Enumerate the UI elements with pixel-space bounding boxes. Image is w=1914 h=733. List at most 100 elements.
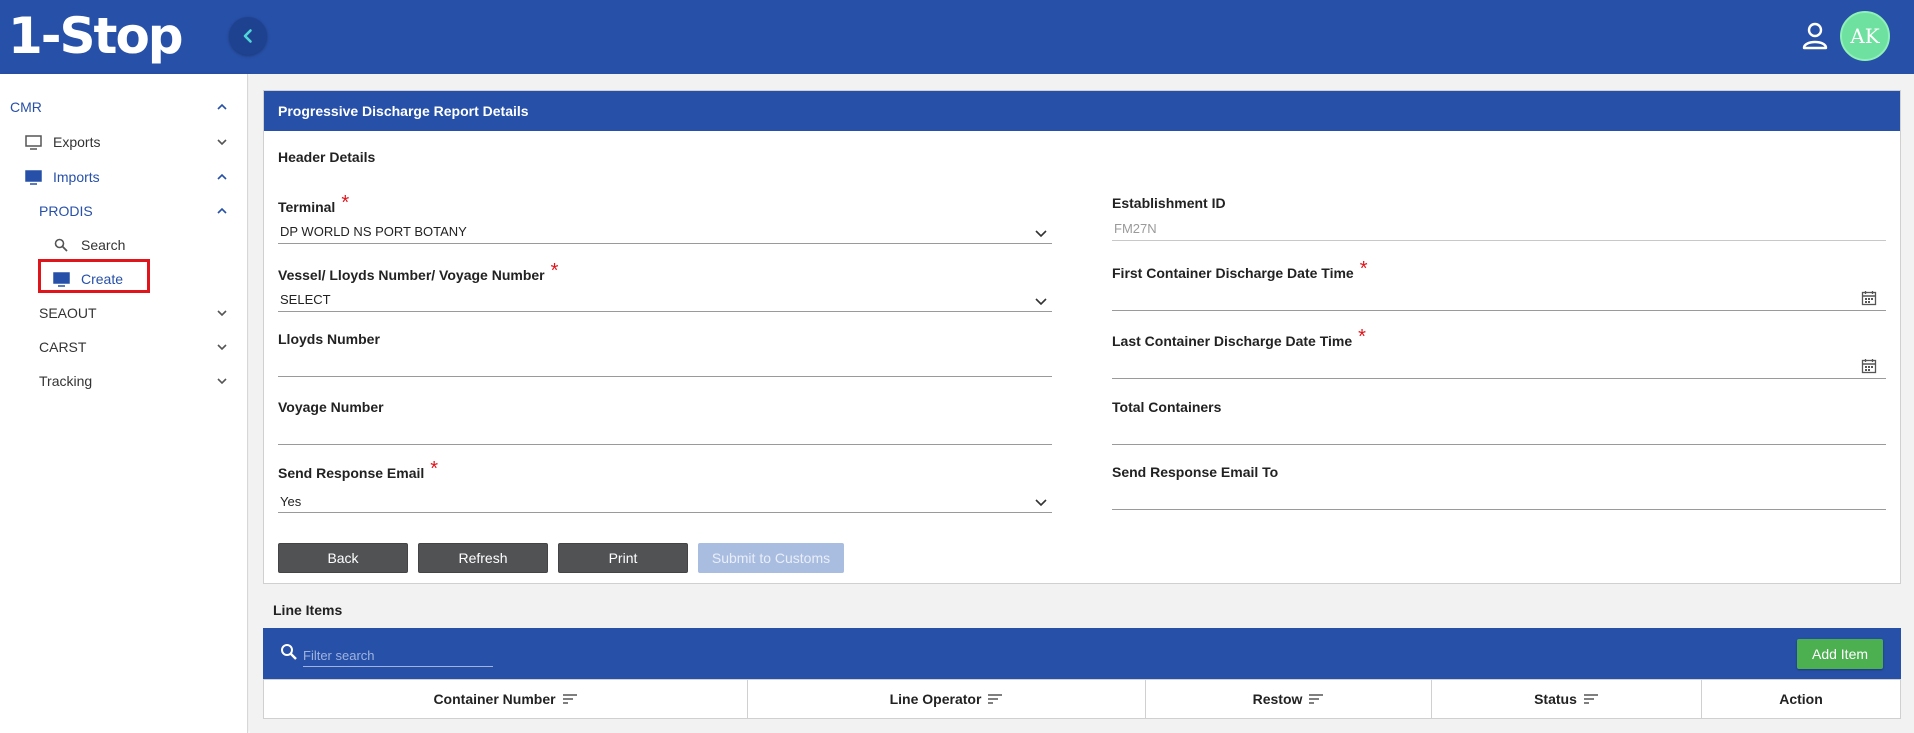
sidebar-item-label: CMR: [10, 99, 42, 115]
total-containers-field[interactable]: [1112, 444, 1886, 445]
sidebar-item-label: Exports: [53, 134, 101, 150]
send-response-email-label: Send Response Email *: [278, 458, 439, 484]
search-icon: [54, 238, 68, 252]
required-mark: *: [341, 192, 350, 214]
column-header-line-operator[interactable]: Line Operator: [748, 680, 1146, 718]
sidebar-item-label: Search: [81, 237, 126, 253]
sidebar-item-label: Imports: [53, 169, 100, 185]
first-discharge-datetime-field[interactable]: [1112, 310, 1886, 311]
report-details-card: Progressive Discharge Report Details Hea…: [263, 90, 1901, 584]
card-title: Progressive Discharge Report Details: [264, 91, 1900, 131]
column-header-label: Container Number: [433, 691, 556, 707]
back-button[interactable]: Back: [278, 543, 408, 573]
column-header-label: Line Operator: [889, 691, 982, 707]
app-logo[interactable]: 1-Stop: [8, 6, 184, 66]
logo-text: 1-Stop: [8, 7, 184, 65]
sidebar-item-label: CARST: [39, 339, 87, 355]
line-items-toolbar: Add Item: [263, 628, 1901, 679]
column-header-container-number[interactable]: Container Number: [264, 680, 748, 718]
last-discharge-datetime-field[interactable]: [1112, 378, 1886, 379]
monitor-icon: [25, 169, 42, 185]
sidebar-item-label: Tracking: [39, 373, 93, 389]
send-response-email-to-field[interactable]: [1112, 509, 1886, 510]
chevron-down-icon: [217, 139, 227, 146]
lloyds-number-label: Lloyds Number: [278, 331, 380, 347]
sidebar-item-search[interactable]: Search: [0, 232, 248, 258]
sidebar-item-label: Create: [81, 271, 124, 287]
sidebar-item-prodis[interactable]: PRODIS: [0, 198, 248, 224]
last-discharge-label-text: Last Container Discharge Date Time: [1112, 333, 1353, 349]
chevron-left-icon: [243, 29, 252, 43]
vessel-label: Vessel/ Lloyds Number/ Voyage Number *: [278, 260, 559, 286]
send-email-select-value: Yes: [280, 494, 302, 509]
sidebar-item-carst[interactable]: CARST: [0, 334, 248, 360]
lloyds-number-field[interactable]: [278, 376, 1052, 377]
chevron-up-icon: [217, 103, 227, 110]
establishment-id-field: [1112, 240, 1886, 241]
column-header-action: Action: [1702, 680, 1900, 718]
column-header-label: Restow: [1252, 691, 1303, 707]
terminal-select[interactable]: [278, 243, 1052, 244]
column-header-status[interactable]: Status: [1432, 680, 1702, 718]
sidebar-item-imports[interactable]: Imports: [0, 164, 248, 190]
first-discharge-label-text: First Container Discharge Date Time: [1112, 265, 1354, 281]
filter-search-input[interactable]: [303, 645, 493, 667]
sidebar-collapse-button[interactable]: [229, 17, 267, 55]
establishment-id-label: Establishment ID: [1112, 195, 1226, 211]
vessel-label-text: Vessel/ Lloyds Number/ Voyage Number: [278, 267, 545, 283]
avatar-initials: AK: [1850, 24, 1880, 48]
monitor-icon: [25, 134, 42, 150]
user-profile-icon[interactable]: [1802, 22, 1828, 50]
sidebar-item-create[interactable]: Create: [0, 266, 248, 292]
chevron-up-icon: [217, 173, 227, 180]
calendar-icon[interactable]: [1861, 290, 1877, 306]
header-details-title: Header Details: [278, 149, 376, 165]
column-header-label: Action: [1779, 691, 1823, 707]
monitor-icon: [53, 271, 70, 287]
line-items-table-header: Container Number Line Operator Restow St…: [263, 679, 1901, 719]
vessel-select[interactable]: [278, 311, 1052, 312]
terminal-label-text: Terminal: [278, 199, 336, 215]
total-containers-label: Total Containers: [1112, 399, 1222, 415]
add-item-button[interactable]: Add Item: [1797, 639, 1883, 669]
send-email-select[interactable]: [278, 512, 1052, 513]
line-items-title: Line Items: [273, 602, 343, 618]
sidebar-item-tracking[interactable]: Tracking: [0, 368, 248, 394]
search-icon: [281, 644, 297, 660]
terminal-select-value: DP WORLD NS PORT BOTANY: [280, 224, 467, 239]
refresh-button[interactable]: Refresh: [418, 543, 548, 573]
calendar-icon[interactable]: [1861, 358, 1877, 374]
sidebar-item-cmr[interactable]: CMR: [0, 94, 248, 120]
chevron-down-icon[interactable]: [1034, 294, 1048, 308]
establishment-id-value: FM27N: [1114, 221, 1157, 236]
last-discharge-label: Last Container Discharge Date Time *: [1112, 326, 1366, 352]
send-email-label-text: Send Response Email: [278, 465, 425, 481]
required-mark: *: [1358, 326, 1366, 348]
voyage-number-field[interactable]: [278, 444, 1052, 445]
chevron-down-icon: [217, 310, 227, 317]
chevron-down-icon[interactable]: [1034, 495, 1048, 509]
required-mark: *: [430, 458, 439, 480]
sort-icon[interactable]: [987, 693, 1003, 705]
chevron-down-icon: [217, 378, 227, 385]
column-header-label: Status: [1534, 691, 1577, 707]
sidebar-item-label: SEAOUT: [39, 305, 97, 321]
required-mark: *: [1359, 258, 1368, 280]
top-app-bar: 1-Stop AK: [0, 0, 1914, 74]
sidebar-item-exports[interactable]: Exports: [0, 129, 248, 155]
sort-icon[interactable]: [1583, 693, 1599, 705]
sidebar-item-label: PRODIS: [39, 203, 93, 219]
chevron-up-icon: [217, 207, 227, 214]
chevron-down-icon[interactable]: [1034, 226, 1048, 240]
sort-icon[interactable]: [562, 693, 578, 705]
print-button[interactable]: Print: [558, 543, 688, 573]
column-header-restow[interactable]: Restow: [1146, 680, 1432, 718]
sidebar-item-seaout[interactable]: SEAOUT: [0, 300, 248, 326]
required-mark: *: [550, 260, 559, 282]
first-discharge-label: First Container Discharge Date Time *: [1112, 258, 1368, 284]
user-avatar[interactable]: AK: [1840, 11, 1890, 61]
vessel-select-value: SELECT: [280, 292, 331, 307]
submit-to-customs-button[interactable]: Submit to Customs: [698, 543, 844, 573]
sort-icon[interactable]: [1308, 693, 1324, 705]
send-response-email-to-label: Send Response Email To: [1112, 464, 1279, 480]
